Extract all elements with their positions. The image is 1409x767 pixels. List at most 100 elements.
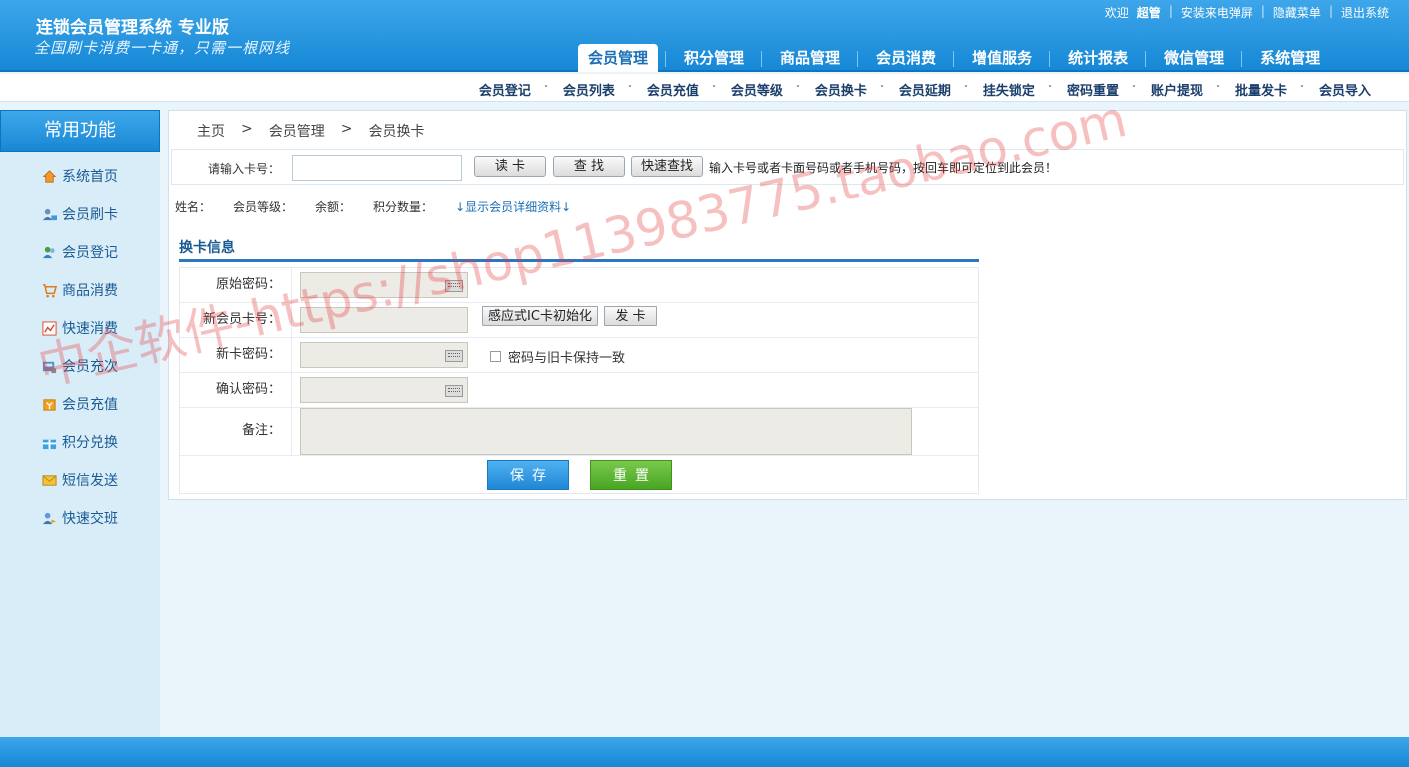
- nav-tab-points[interactable]: 积分管理: [674, 44, 754, 72]
- orig-pwd-field[interactable]: [300, 272, 468, 298]
- nav-tab-wechat[interactable]: 微信管理: [1154, 44, 1234, 72]
- same-pwd-label: 密码与旧卡保持一致: [508, 351, 626, 366]
- nav-tab-member[interactable]: 会员管理: [578, 44, 659, 72]
- mail-icon: [42, 475, 57, 486]
- read-card-button[interactable]: 读 卡: [474, 156, 546, 177]
- footer-bar: [0, 737, 1409, 767]
- counter-icon: [42, 361, 57, 374]
- subnav-member-extend[interactable]: 会员延期: [883, 80, 967, 99]
- sidebar-item-quick-consume[interactable]: 快速消费: [0, 310, 160, 348]
- remark-label: 备注：: [180, 408, 292, 455]
- keyboard-icon[interactable]: [445, 280, 463, 292]
- form-row-confirm-pwd: 确认密码：: [180, 373, 978, 408]
- new-card-label: 新会员卡号：: [180, 303, 292, 337]
- app-title: 连锁会员管理系统 专业版: [36, 18, 229, 38]
- subnav-member-recharge[interactable]: 会员充值: [631, 80, 715, 99]
- card-search-bar: 请输入卡号： 读 卡 查 找 快速查找 输入卡号或者卡面号码或者手机号码，按回车…: [171, 149, 1404, 185]
- subnav-member-change-card[interactable]: 会员换卡: [799, 80, 883, 99]
- sidebar-item-goods-consume[interactable]: 商品消费: [0, 272, 160, 310]
- confirm-pwd-field[interactable]: [300, 377, 468, 403]
- top-header: 连锁会员管理系统 专业版 全国刷卡消费一卡通，只需一根网线 欢迎 超管 | 安装…: [0, 0, 1409, 72]
- subnav-account-withdraw[interactable]: 账户提现: [1135, 80, 1219, 99]
- remark-textarea[interactable]: [300, 408, 912, 455]
- find-button[interactable]: 查 找: [553, 156, 625, 177]
- top-links: 欢迎 超管 | 安装来电弹屏 | 隐藏菜单 | 退出系统: [1097, 4, 1397, 21]
- subnav-member-import[interactable]: 会员导入: [1303, 80, 1387, 99]
- gift-icon: [42, 439, 57, 450]
- breadcrumb-sep: >: [241, 121, 253, 137]
- reset-button[interactable]: 重置: [590, 460, 672, 490]
- card-number-label: 请输入卡号：: [208, 162, 281, 176]
- nav-tab-system[interactable]: 系统管理: [1250, 44, 1330, 72]
- subnav-password-reset[interactable]: 密码重置: [1051, 80, 1135, 99]
- member-level-label: 会员等级：: [233, 200, 294, 214]
- cart-icon: [42, 284, 57, 298]
- main-nav: 会员管理 积分管理 商品管理 会员消费 增值服务 统计报表 微信管理 系统管理: [578, 44, 1337, 72]
- main-panel: 主页 > 会员管理 > 会员换卡 请输入卡号： 读 卡 查 找 快速查找 输入卡…: [168, 110, 1407, 500]
- form-row-orig-pwd: 原始密码：: [180, 268, 978, 303]
- form-row-remark: 备注：: [180, 408, 978, 456]
- sidebar-item-recharge-times[interactable]: 会员充次: [0, 348, 160, 386]
- logout-link[interactable]: 退出系统: [1333, 4, 1397, 21]
- search-hint: 输入卡号或者卡面号码或者手机号码，按回车即可定位到此会员！: [709, 161, 1058, 175]
- home-icon: [42, 170, 57, 183]
- nav-tab-reports[interactable]: 统计报表: [1058, 44, 1138, 72]
- user-add-icon: [42, 246, 55, 259]
- same-pwd-option[interactable]: 密码与旧卡保持一致: [490, 347, 625, 366]
- nav-tab-value-added[interactable]: 增值服务: [962, 44, 1042, 72]
- subnav-loss-lock[interactable]: 挂失锁定: [967, 80, 1051, 99]
- sidebar-item-points-exchange[interactable]: 积分兑换: [0, 424, 160, 462]
- user-card-icon: [42, 208, 57, 221]
- sidebar-item-handover[interactable]: 快速交班: [0, 500, 160, 538]
- section-divider: [179, 259, 979, 262]
- form-row-new-pwd: 新卡密码： 密码与旧卡保持一致: [180, 338, 978, 373]
- subnav-member-level[interactable]: 会员等级: [715, 80, 799, 99]
- nav-tab-goods[interactable]: 商品管理: [770, 44, 850, 72]
- ic-card-init-button[interactable]: 感应式IC卡初始化: [482, 306, 598, 326]
- sidebar-title: 常用功能: [0, 110, 160, 152]
- subnav-member-register[interactable]: 会员登记: [463, 80, 547, 99]
- welcome-text: 欢迎: [1104, 6, 1129, 20]
- breadcrumb-sep: >: [340, 121, 353, 137]
- orig-pwd-label: 原始密码：: [180, 268, 292, 302]
- sidebar-item-home[interactable]: 系统首页: [0, 158, 160, 196]
- breadcrumb-member[interactable]: 会员管理: [269, 121, 325, 141]
- show-member-detail-link[interactable]: ↓显示会员详细资料↓: [455, 198, 571, 215]
- keyboard-icon[interactable]: [445, 350, 463, 362]
- save-button[interactable]: 保存: [487, 460, 569, 490]
- quick-find-button[interactable]: 快速查找: [631, 156, 703, 177]
- card-number-input[interactable]: [292, 155, 462, 181]
- nav-tab-consume[interactable]: 会员消费: [866, 44, 946, 72]
- member-balance-label: 余额：: [315, 200, 352, 214]
- breadcrumb-current: 会员换卡: [368, 124, 425, 140]
- breadcrumb: 主页 > 会员管理 > 会员换卡: [197, 121, 424, 141]
- member-info-row: 姓名： 会员等级： 余额： 积分数量： ↓显示会员详细资料↓: [175, 198, 593, 215]
- new-pwd-field[interactable]: [300, 342, 468, 368]
- new-card-field[interactable]: [300, 307, 468, 333]
- sidebar-item-sms[interactable]: 短信发送: [0, 462, 160, 500]
- member-name-label: 姓名：: [175, 200, 212, 214]
- same-pwd-checkbox[interactable]: [490, 351, 501, 362]
- chart-icon: [42, 321, 57, 336]
- sidebar-item-card-swipe[interactable]: 会员刷卡: [0, 196, 160, 234]
- issue-card-button[interactable]: 发 卡: [604, 306, 657, 326]
- sidebar: 常用功能 系统首页 会员刷卡 会员登记 商品消费 快速消费 会员充次 会员充值: [0, 110, 160, 737]
- subnav-batch-issue[interactable]: 批量发卡: [1219, 80, 1303, 99]
- coin-icon: [43, 399, 56, 411]
- form-row-new-card: 新会员卡号： 感应式IC卡初始化 发 卡: [180, 303, 978, 338]
- sidebar-item-register[interactable]: 会员登记: [0, 234, 160, 272]
- install-caller-popup-link[interactable]: 安装来电弹屏: [1173, 4, 1261, 21]
- sidebar-item-recharge[interactable]: 会员充值: [0, 386, 160, 424]
- sub-nav: 会员登记 会员列表 会员充值 会员等级 会员换卡 会员延期 挂失锁定 密码重置 …: [0, 74, 1409, 102]
- member-points-label: 积分数量：: [373, 200, 434, 214]
- subnav-member-list[interactable]: 会员列表: [547, 80, 631, 99]
- handover-icon: [42, 512, 57, 525]
- hide-menu-link[interactable]: 隐藏菜单: [1265, 4, 1329, 21]
- section-title: 换卡信息: [179, 240, 235, 256]
- confirm-pwd-label: 确认密码：: [180, 373, 292, 407]
- keyboard-icon[interactable]: [445, 385, 463, 397]
- new-pwd-label: 新卡密码：: [180, 338, 292, 372]
- breadcrumb-home[interactable]: 主页: [197, 121, 225, 141]
- app-slogan: 全国刷卡消费一卡通，只需一根网线: [34, 39, 291, 57]
- change-card-form: 原始密码： 新会员卡号： 感应式IC卡初始化 发 卡 新卡密码： 密码与旧卡保持…: [179, 267, 979, 494]
